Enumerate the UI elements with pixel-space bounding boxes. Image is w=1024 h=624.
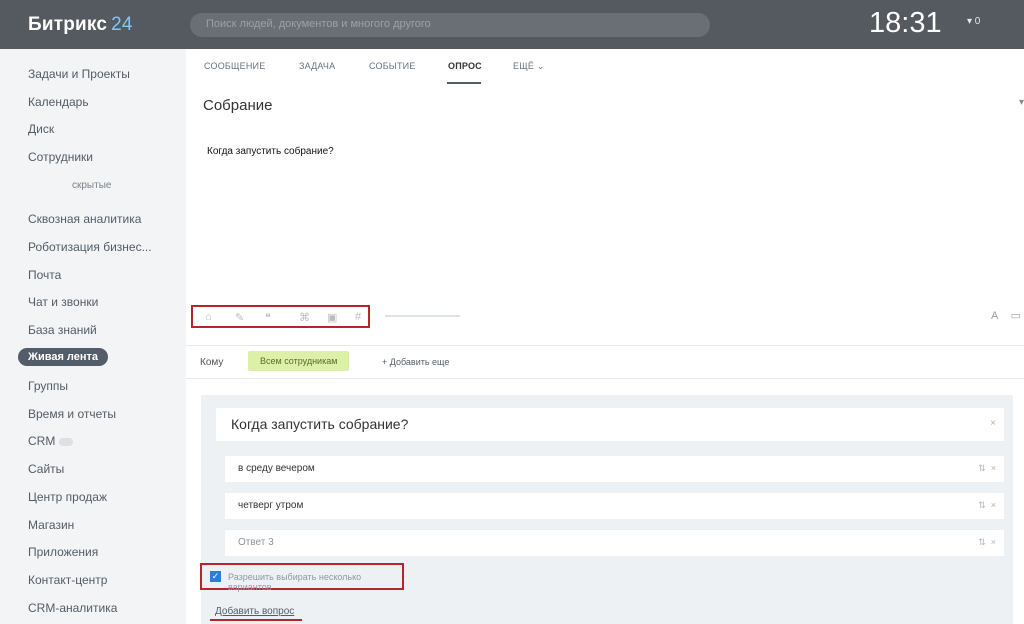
poll-answer-placeholder: Ответ 3 [238,537,274,548]
sidebar-item-calendar[interactable]: Календарь [28,95,89,109]
editor-toolbar: ⌂ ✎ ❝ ⌘ ▣ # [191,305,370,328]
sidebar-item-contact-center[interactable]: Контакт-центр [28,573,107,587]
crm-counter-badge [59,437,74,446]
editor-right-icons: A ▭ [991,309,1021,322]
sidebar-item-apps[interactable]: Приложения [28,545,98,559]
logo-number: 24 [111,14,133,35]
search-input[interactable]: Поиск людей, документов и многого другог… [190,13,710,37]
poll-question-field[interactable]: Когда запустить собрание? × [216,408,1004,441]
main-content: Сообщение Задача Событие Опрос Ещё ⌄ Соб… [186,49,1024,624]
video-icon[interactable]: ▣ [327,311,337,324]
sidebar-item-crm-label: CRM [28,434,56,448]
poll-answer-field[interactable]: в среду вечером ⇅ × [225,456,1004,482]
answer-action-icons[interactable]: ⇅ × [978,463,996,474]
format-icon[interactable]: A [991,310,998,322]
answer-action-icons[interactable]: ⇅ × [978,500,996,511]
tab-event[interactable]: Событие [369,61,416,71]
poll-answer-text: четверг утром [238,500,304,511]
sidebar-hidden-toggle[interactable]: скрытые [72,180,111,191]
sidebar-item-live-feed[interactable]: Живая лента [18,348,109,366]
add-question-highlight [210,619,302,621]
tab-task[interactable]: Задача [299,61,335,71]
sidebar-item-knowledge[interactable]: База знаний [28,323,97,337]
header-status-control[interactable]: ▾ 0 [967,16,980,27]
sidebar-item-tasks[interactable]: Задачи и Проекты [28,67,130,81]
clock: 18:31 [869,7,942,39]
add-recipient-link[interactable]: + Добавить еще [382,357,449,367]
sidebar-item-time[interactable]: Время и отчеты [28,407,116,421]
sidebar-item-crm[interactable]: CRM [28,434,74,448]
sidebar-item-chat[interactable]: Чат и звонки [28,295,98,309]
remove-question-icon[interactable]: × [990,418,996,429]
logo-text: Битрикс [28,14,108,35]
active-tab-indicator [447,82,481,84]
sidebar-item-sales-center[interactable]: Центр продаж [28,490,107,504]
sidebar-item-shop[interactable]: Магазин [28,518,74,532]
multiple-choice-checkbox[interactable]: ✓ [210,571,221,582]
multiple-choice-option[interactable]: ✓ Разрешить выбирать несколько вариантов [200,563,404,592]
attach-file-icon[interactable]: ⌂ [205,311,212,323]
sidebar-item-groups[interactable]: Группы [28,379,68,393]
recipients-label: Кому [200,357,224,368]
tab-message[interactable]: Сообщение [204,61,265,71]
poll-answer-field[interactable]: Ответ 3 ⇅ × [225,530,1004,556]
mention-icon[interactable]: ✎ [235,311,244,324]
answer-action-icons[interactable]: ⇅ × [978,537,996,548]
recipient-chip-all[interactable]: Всем сотрудникам [248,351,350,371]
sidebar-item-sites[interactable]: Сайты [28,462,64,476]
poll-answer-field[interactable]: четверг утром ⇅ × [225,493,1004,519]
recipients-row: Кому Всем сотрудникам + Добавить еще [186,345,1024,379]
sidebar-item-automation[interactable]: Роботизация бизнес... [28,240,152,254]
top-header: Битрикс 24 Поиск людей, документов и мног… [0,0,1024,49]
poll-question-text: Когда запустить собрание? [231,416,409,432]
logo[interactable]: Битрикс 24 [28,14,133,36]
add-question-link[interactable]: Добавить вопрос [215,606,294,617]
search-placeholder: Поиск людей, документов и многого другог… [206,18,431,30]
chevron-down-icon[interactable]: ▾ [1019,97,1024,108]
tag-icon[interactable]: # [355,311,361,323]
post-body-editor[interactable]: Когда запустить собрание? [207,146,334,157]
sidebar-item-employees[interactable]: Сотрудники [28,150,93,164]
sidebar-item-disk[interactable]: Диск [28,122,54,136]
toolbar-divider [385,315,460,317]
post-title-field[interactable]: Собрание [203,97,272,114]
sidebar-item-analytics[interactable]: Сквозная аналитика [28,212,141,226]
link-icon[interactable]: ⌘ [299,311,310,324]
tab-poll[interactable]: Опрос [448,61,482,71]
quote-icon[interactable]: ❝ [265,311,271,324]
sidebar: Задачи и Проекты Календарь Диск Сотрудни… [0,49,186,624]
save-draft-icon[interactable]: ▭ [1011,310,1021,322]
sidebar-item-mail[interactable]: Почта [28,268,61,282]
sidebar-item-crm-analytics[interactable]: CRM-аналитика [28,601,117,615]
tab-more[interactable]: Ещё ⌄ [513,61,545,72]
poll-answer-text: в среду вечером [238,463,315,474]
multiple-choice-label: Разрешить выбирать несколько вариантов [228,572,362,592]
